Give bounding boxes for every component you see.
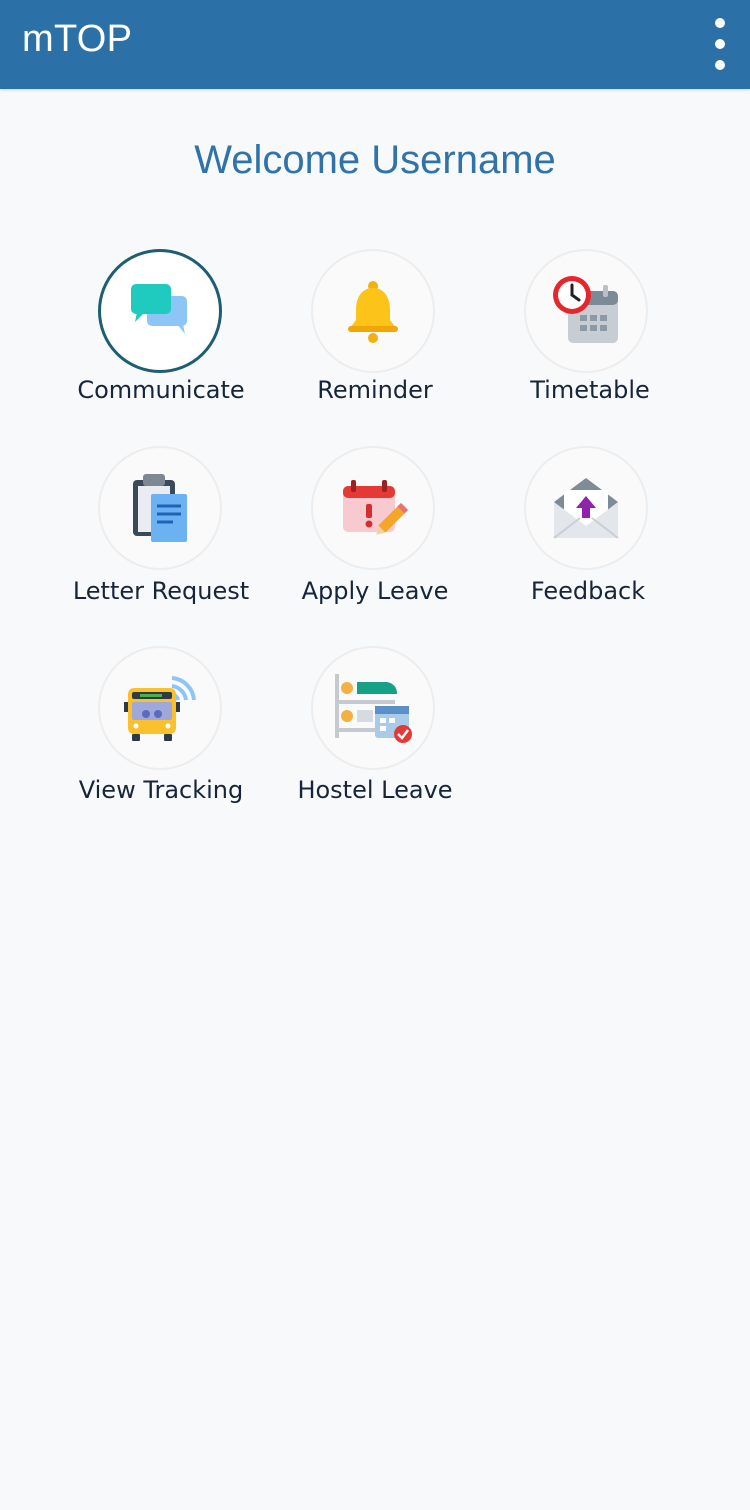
view-tracking-tile[interactable]: View Tracking	[51, 646, 271, 810]
letter-request-tile[interactable]: Letter Request	[51, 446, 271, 610]
timetable-icon-circle	[524, 249, 648, 373]
calendar-alert-pencil-icon	[343, 480, 409, 535]
view-tracking-label: View Tracking	[78, 776, 244, 804]
letter-request-icon-circle	[98, 446, 222, 570]
chat-bubbles-icon	[131, 284, 187, 334]
more-options-button[interactable]	[706, 18, 734, 70]
communicate-icon-circle	[98, 249, 222, 373]
communicate-tile[interactable]: Communicate	[51, 249, 271, 409]
reminder-icon-circle	[311, 249, 435, 373]
hostel-leave-tile[interactable]: Hostel Leave	[265, 646, 485, 810]
bus-tracking-icon	[124, 676, 196, 741]
clock-calendar-icon	[553, 276, 618, 343]
clipboard-document-icon	[133, 474, 187, 542]
feedback-icon-circle	[524, 446, 648, 570]
reminder-label: Reminder	[317, 376, 433, 404]
more-vertical-icon	[715, 18, 725, 28]
apply-leave-label: Apply Leave	[301, 577, 449, 605]
bunk-bed-calendar-icon	[335, 674, 412, 743]
communicate-label: Communicate	[77, 376, 245, 404]
app-title: mTOP	[22, 18, 133, 60]
feedback-label: Feedback	[530, 577, 646, 605]
timetable-label: Timetable	[530, 376, 650, 404]
feedback-tile[interactable]: Feedback	[478, 446, 698, 610]
app-bar: mTOP	[0, 0, 750, 89]
welcome-heading: Welcome Username	[194, 138, 556, 182]
apply-leave-tile[interactable]: Apply Leave	[265, 446, 485, 610]
more-vertical-icon-dot	[715, 39, 725, 49]
timetable-tile[interactable]: Timetable	[480, 249, 700, 409]
hostel-leave-icon-circle	[311, 646, 435, 770]
hostel-leave-label: Hostel Leave	[297, 776, 453, 804]
apply-leave-icon-circle	[311, 446, 435, 570]
letter-request-label: Letter Request	[72, 577, 250, 605]
view-tracking-icon-circle	[98, 646, 222, 770]
more-vertical-icon-dot	[715, 60, 725, 70]
reminder-tile[interactable]: Reminder	[265, 249, 485, 409]
envelope-upload-icon	[553, 478, 619, 539]
bell-icon	[348, 281, 398, 343]
